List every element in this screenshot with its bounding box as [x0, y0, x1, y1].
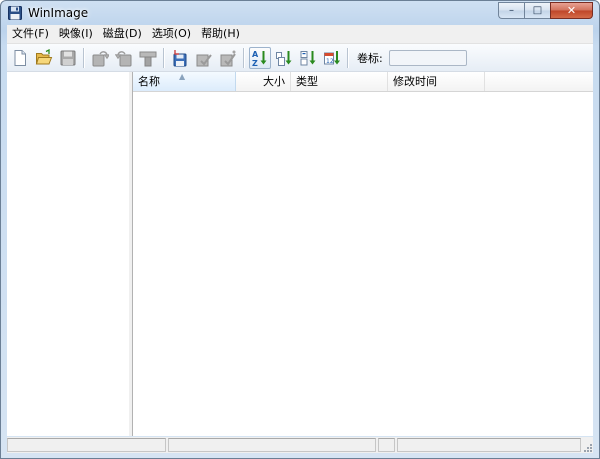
extract-path-icon [220, 50, 236, 66]
column-header-type[interactable]: 类型 [291, 72, 388, 91]
new-button[interactable] [9, 47, 31, 69]
sort-by-date-button[interactable]: 12 [321, 47, 343, 69]
svg-text:12: 12 [326, 58, 334, 65]
column-header-name[interactable]: ▲ 名称 [133, 72, 236, 91]
toolbar-separator [243, 47, 244, 68]
open-button[interactable] [33, 47, 55, 69]
status-panel-1 [7, 438, 166, 452]
toolbar: A Z 12 卷标: [7, 44, 593, 72]
column-header-size[interactable]: 大小 [236, 72, 291, 91]
open-folder-icon [35, 48, 53, 64]
extract-icon [196, 53, 212, 66]
tree-pane[interactable] [7, 72, 130, 436]
save-button[interactable] [57, 47, 79, 69]
caption-buttons: – □ ✕ [498, 2, 593, 20]
status-panel-3 [378, 438, 395, 452]
volume-label-field[interactable] [388, 49, 467, 66]
column-header-filler [485, 72, 593, 91]
window-title: WinImage [28, 6, 89, 20]
extract-button[interactable] [193, 47, 215, 69]
new-icon [14, 49, 26, 66]
status-panel-4 [397, 438, 581, 452]
format-button[interactable] [137, 47, 159, 69]
inject-icon [173, 49, 187, 66]
sort-date-icon: 12 [324, 50, 340, 65]
column-header-label: 名称 [138, 75, 160, 88]
read-disk-button[interactable] [89, 47, 111, 69]
sort-ascending-icon: ▲ [179, 72, 186, 81]
floppy-disk-icon [8, 6, 22, 20]
main-window: WinImage – □ ✕ 文件(F) 映像(I) 磁盘(D) 选项(O) 帮… [0, 0, 600, 459]
title-bar[interactable]: WinImage – □ ✕ [1, 1, 599, 25]
status-panel-2 [168, 438, 376, 452]
sort-type-icon [300, 50, 316, 65]
menu-disk[interactable]: 磁盘(D) [98, 25, 147, 43]
write-disk-icon [115, 50, 132, 66]
toolbar-separator [347, 47, 348, 68]
svg-text:A: A [252, 50, 259, 59]
close-button[interactable]: ✕ [550, 2, 593, 19]
resize-grip-icon[interactable] [581, 441, 593, 453]
volume-label: 卷标: [357, 51, 383, 65]
sort-by-size-button[interactable] [273, 47, 295, 69]
maximize-button[interactable]: □ [524, 2, 550, 19]
file-list[interactable]: ▲ 名称 大小 类型 修改时间 [133, 72, 593, 436]
status-bar [7, 437, 593, 453]
format-icon [139, 51, 157, 66]
menu-help[interactable]: 帮助(H) [196, 25, 245, 43]
menu-image[interactable]: 映像(I) [54, 25, 98, 43]
svg-text:Z: Z [252, 59, 258, 67]
extract-with-path-button[interactable] [217, 47, 239, 69]
list-header: ▲ 名称 大小 类型 修改时间 [133, 72, 593, 92]
toolbar-separator [163, 47, 164, 68]
save-icon [60, 50, 76, 65]
read-disk-icon [92, 50, 109, 66]
sort-size-icon [276, 50, 292, 66]
column-header-modified[interactable]: 修改时间 [388, 72, 485, 91]
content-area: ▲ 名称 大小 类型 修改时间 [7, 72, 593, 436]
menu-file[interactable]: 文件(F) [7, 25, 54, 43]
menu-options[interactable]: 选项(O) [147, 25, 196, 43]
sort-name-icon: A Z [252, 50, 267, 67]
menu-bar: 文件(F) 映像(I) 磁盘(D) 选项(O) 帮助(H) [7, 25, 593, 44]
inject-button[interactable] [169, 47, 191, 69]
toolbar-separator [83, 47, 84, 68]
sort-by-name-button[interactable]: A Z [249, 46, 271, 69]
minimize-button[interactable]: – [498, 2, 524, 19]
sort-by-type-button[interactable] [297, 47, 319, 69]
write-disk-button[interactable] [113, 47, 135, 69]
